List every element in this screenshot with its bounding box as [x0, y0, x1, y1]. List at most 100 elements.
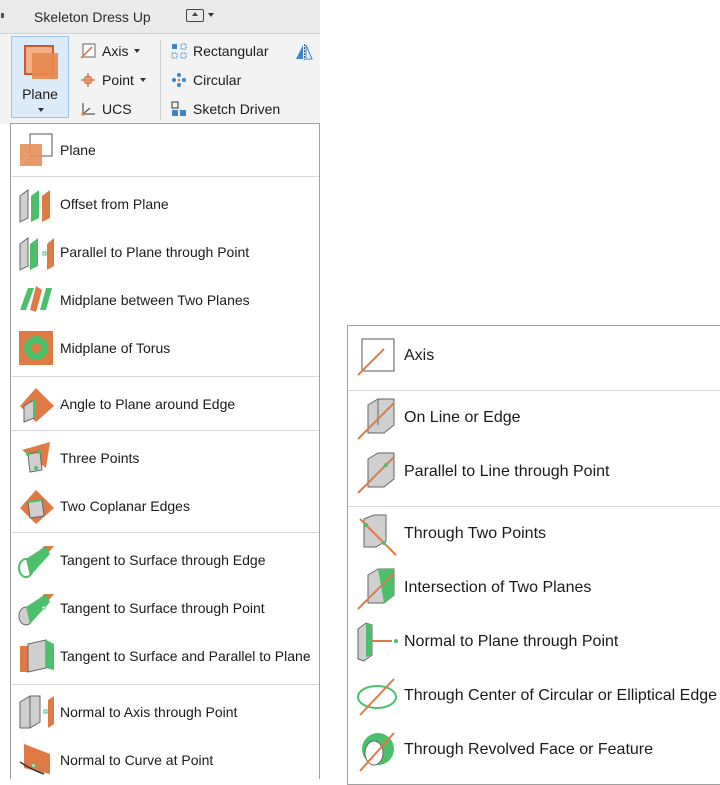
- menu-item-midplane-of-torus[interactable]: Midplane of Torus: [11, 326, 170, 370]
- menu-item-two-coplanar-edges[interactable]: Two Coplanar Edges: [11, 484, 190, 528]
- menu-item-parallel-to-line-through-point[interactable]: Parallel to Line through Point: [348, 450, 609, 494]
- menu-item-label: Midplane between Two Planes: [60, 292, 250, 308]
- menu-item-axis[interactable]: Axis: [348, 334, 434, 378]
- menu-item-tangent-to-surface-through-edge[interactable]: Tangent to Surface through Edge: [11, 538, 265, 582]
- chevron-down-icon[interactable]: [38, 108, 44, 112]
- axis-dropdown-menu: Axis On Line or Edge Parallel to Line th…: [347, 325, 720, 785]
- tangent-edge-icon: [16, 540, 56, 580]
- menu-separator: [11, 532, 319, 533]
- menu-item-through-two-points[interactable]: Through Two Points: [348, 512, 546, 556]
- menu-separator: [348, 390, 720, 391]
- menu-item-label: On Line or Edge: [404, 409, 521, 426]
- menu-item-intersection-of-two-planes[interactable]: Intersection of Two Planes: [348, 566, 591, 610]
- axis-icon: [80, 43, 96, 59]
- two-points-icon: [354, 511, 400, 557]
- on-line-icon: [354, 395, 400, 441]
- menu-item-midplane-between-two-planes[interactable]: Midplane between Two Planes: [11, 278, 250, 322]
- axis-icon: [354, 333, 400, 379]
- menu-item-normal-to-plane-through-point[interactable]: Normal to Plane through Point: [348, 620, 618, 664]
- offset-plane-icon: [16, 184, 56, 224]
- point-label: Point: [102, 72, 134, 88]
- rectangular-pattern-button[interactable]: Rectangular: [171, 40, 269, 62]
- menu-separator: [11, 684, 319, 685]
- menu-item-label: Through Center of Circular or Elliptical…: [404, 687, 718, 704]
- menu-item-label: Normal to Axis through Point: [60, 704, 238, 720]
- parallel-plane-point-icon: [16, 232, 56, 272]
- ribbon-work-features-panel: Plane Axis Point UCS Rectangular Circula…: [0, 34, 320, 124]
- circular-label: Circular: [193, 72, 242, 88]
- plane-dropdown-menu: Plane Offset from Plane Parallel to Plan…: [10, 123, 320, 779]
- torus-icon: [16, 328, 56, 368]
- sketch-driven-label: Sketch Driven: [193, 101, 281, 117]
- chevron-down-icon: [134, 49, 141, 53]
- menu-item-label: Parallel to Line through Point: [404, 463, 610, 480]
- parallel-line-icon: [354, 449, 400, 495]
- menu-item-tangent-to-surface-and-parallel-to-plane[interactable]: Tangent to Surface and Parallel to Plane: [11, 634, 311, 678]
- menu-item-through-center-of-circular-or-elliptical-edge[interactable]: Through Center of Circular or Elliptical…: [348, 674, 717, 718]
- menu-item-label: Two Coplanar Edges: [60, 498, 190, 514]
- angle-plane-icon: [16, 384, 56, 424]
- menu-item-tangent-to-surface-through-point[interactable]: Tangent to Surface through Point: [11, 586, 265, 630]
- menu-item-label: Offset from Plane: [60, 196, 169, 212]
- menu-item-angle-to-plane-around-edge[interactable]: Angle to Plane around Edge: [11, 382, 235, 426]
- plane-icon: [32, 53, 58, 79]
- menu-item-label: Midplane of Torus: [60, 340, 171, 356]
- menu-item-parallel-to-plane-through-point[interactable]: Parallel to Plane through Point: [11, 230, 249, 274]
- circular-pattern-button[interactable]: Circular: [171, 69, 241, 91]
- menu-separator: [11, 430, 319, 431]
- coplanar-edges-icon: [16, 486, 56, 526]
- ucs-button[interactable]: UCS: [80, 98, 132, 120]
- point-button[interactable]: Point: [80, 69, 146, 91]
- menu-item-label: Tangent to Surface and Parallel to Plane: [60, 648, 311, 664]
- panel-menu-icon[interactable]: [186, 9, 204, 22]
- chevron-down-icon[interactable]: [208, 13, 214, 17]
- menu-item-label: Tangent to Surface through Edge: [60, 552, 266, 568]
- menu-separator: [348, 506, 720, 507]
- mirror-icon[interactable]: [294, 42, 314, 62]
- tab-skeleton-dress-up[interactable]: Skeleton Dress Up: [34, 9, 151, 25]
- normal-curve-icon: [16, 740, 56, 780]
- ribbon-tab-bar: Skeleton Dress Up: [0, 0, 320, 34]
- plane-button[interactable]: Plane: [11, 36, 69, 118]
- menu-item-label: Plane: [60, 142, 96, 158]
- normal-plane-icon: [354, 619, 400, 665]
- sketch-driven-pattern-button[interactable]: Sketch Driven: [171, 98, 280, 120]
- menu-separator: [11, 176, 319, 177]
- menu-item-three-points[interactable]: Three Points: [11, 436, 139, 480]
- menu-item-plane[interactable]: Plane: [11, 128, 96, 172]
- menu-separator: [11, 376, 319, 377]
- revolved-face-icon: [354, 727, 400, 773]
- axis-button[interactable]: Axis: [80, 40, 141, 62]
- plane-button-label: Plane: [22, 86, 58, 102]
- axis-label: Axis: [102, 43, 129, 59]
- menu-item-through-revolved-face-or-feature[interactable]: Through Revolved Face or Feature: [348, 728, 653, 772]
- menu-item-on-line-or-edge[interactable]: On Line or Edge: [348, 396, 521, 440]
- rectangular-label: Rectangular: [193, 43, 269, 59]
- normal-axis-icon: [16, 692, 56, 732]
- menu-item-normal-to-curve-at-point[interactable]: Normal to Curve at Point: [11, 738, 213, 782]
- menu-item-label: Normal to Plane through Point: [404, 633, 619, 650]
- circular-edge-icon: [354, 673, 400, 719]
- midplane-icon: [16, 280, 56, 320]
- plane-icon: [16, 130, 56, 170]
- tangent-point-icon: [16, 588, 56, 628]
- menu-item-label: Angle to Plane around Edge: [60, 396, 236, 412]
- menu-item-label: Tangent to Surface through Point: [60, 600, 265, 616]
- sketch-driven-icon: [171, 101, 187, 117]
- point-icon: [80, 72, 96, 88]
- menu-item-label: Through Revolved Face or Feature: [404, 741, 654, 758]
- ucs-label: UCS: [102, 101, 132, 117]
- three-points-icon: [16, 438, 56, 478]
- menu-item-label: Through Two Points: [404, 525, 547, 542]
- rectangular-pattern-icon: [171, 43, 187, 59]
- ucs-icon: [80, 101, 96, 117]
- menu-item-label: Normal to Curve at Point: [60, 752, 214, 768]
- menu-item-normal-to-axis-through-point[interactable]: Normal to Axis through Point: [11, 690, 237, 734]
- tab-edge-marker: [1, 13, 4, 18]
- circular-pattern-icon: [171, 72, 187, 88]
- tangent-parallel-icon: [16, 636, 56, 676]
- chevron-down-icon: [139, 78, 146, 82]
- menu-item-label: Parallel to Plane through Point: [60, 244, 250, 260]
- menu-item-offset-from-plane[interactable]: Offset from Plane: [11, 182, 169, 226]
- menu-item-label: Three Points: [60, 450, 140, 466]
